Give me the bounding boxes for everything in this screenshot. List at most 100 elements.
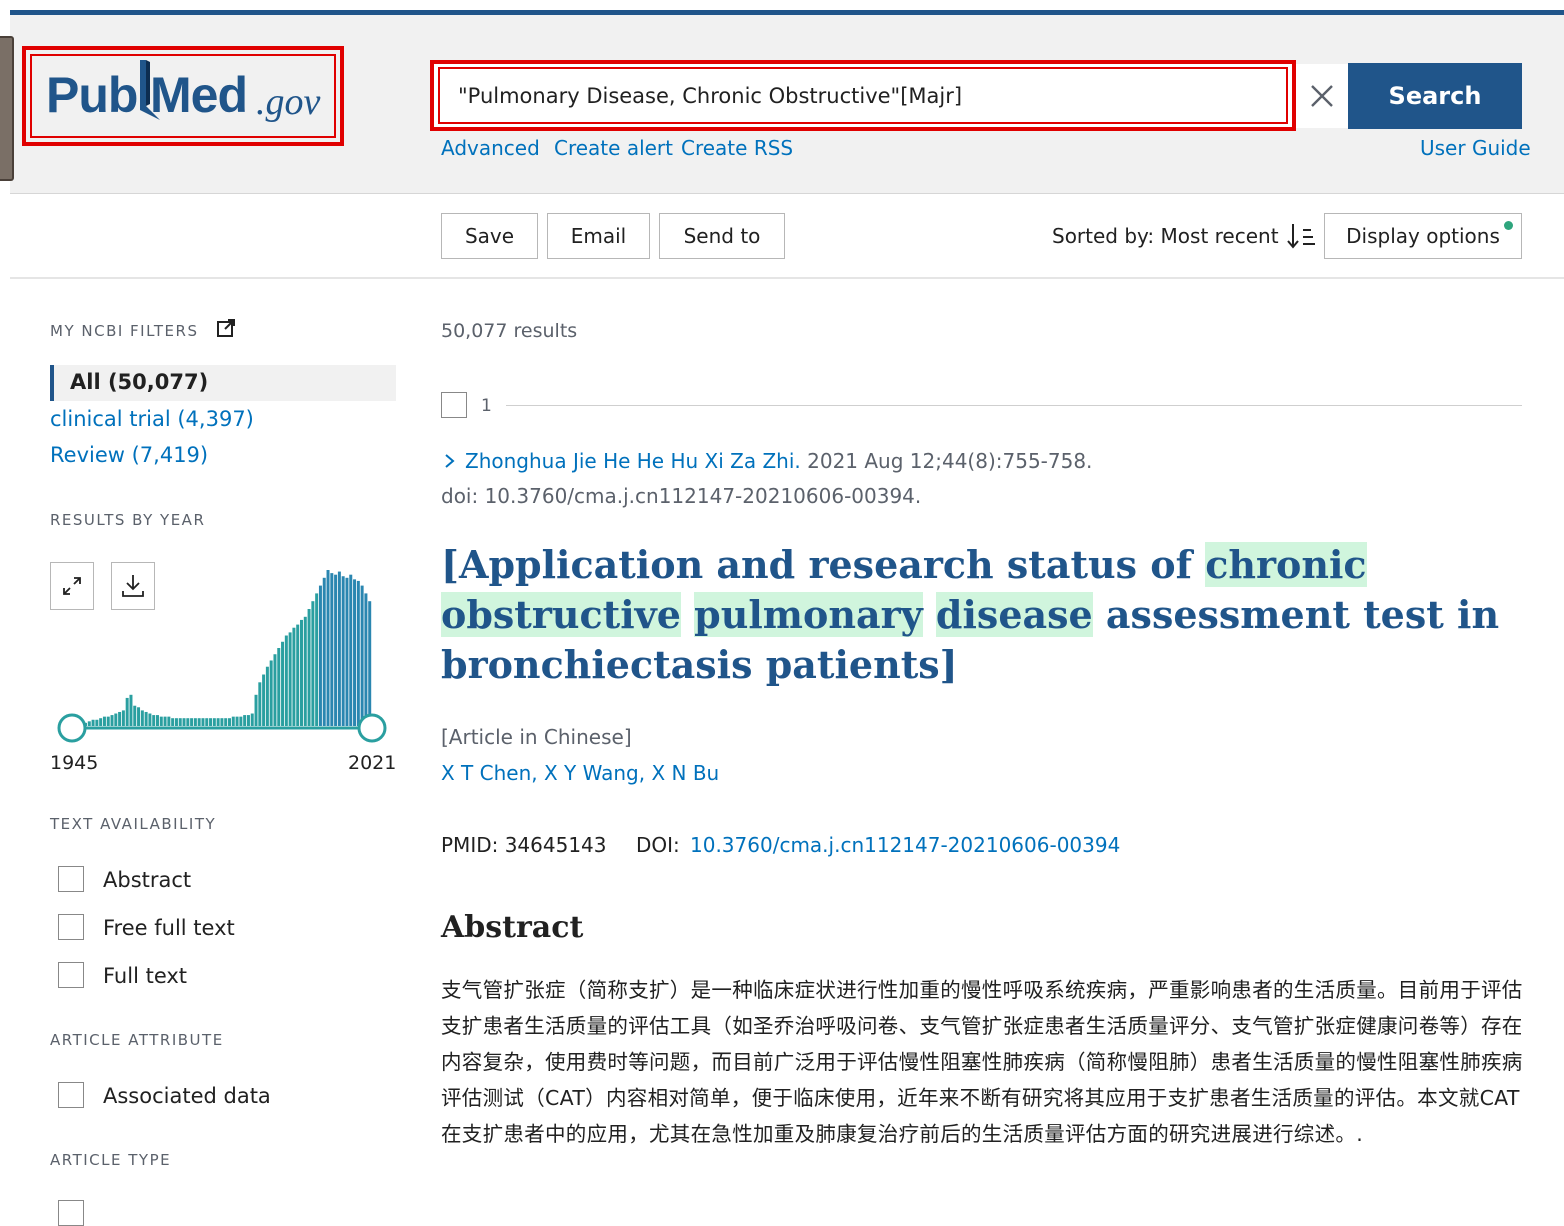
year-bar bbox=[315, 593, 319, 726]
my-ncbi-filters-heading: MY NCBI FILTERS bbox=[50, 322, 199, 340]
year-bar bbox=[231, 716, 235, 726]
doi-label: DOI: bbox=[636, 833, 687, 857]
year-bar bbox=[159, 716, 163, 726]
year-bar bbox=[292, 627, 296, 726]
search-input[interactable] bbox=[444, 72, 1282, 120]
email-button[interactable]: Email bbox=[547, 213, 650, 259]
create-alert-link[interactable]: Create alert bbox=[554, 136, 673, 160]
year-bar bbox=[243, 715, 247, 726]
year-bar bbox=[137, 707, 141, 726]
year-bar bbox=[129, 694, 133, 726]
result-index: 1 bbox=[481, 396, 492, 416]
citation-date: 2021 Aug 12;44(8):755-758. bbox=[800, 449, 1093, 473]
associated-data-option-label[interactable]: Associated data bbox=[103, 1084, 271, 1108]
save-button[interactable]: Save bbox=[441, 213, 538, 259]
article-language: [Article in Chinese] bbox=[441, 725, 632, 749]
journal-link[interactable]: Zhonghua Jie He He Hu Xi Za Zhi. bbox=[465, 449, 801, 473]
abstract-checkbox[interactable] bbox=[58, 866, 84, 892]
window-edge bbox=[0, 36, 14, 181]
year-bar bbox=[296, 624, 300, 726]
year-bar bbox=[277, 648, 281, 726]
display-options-label: Display options bbox=[1346, 224, 1500, 248]
year-bar bbox=[140, 710, 144, 726]
logo-med-text[interactable]: Med bbox=[150, 66, 248, 124]
associated-data-checkbox[interactable] bbox=[58, 1082, 84, 1108]
year-bar bbox=[288, 632, 292, 726]
year-bar bbox=[220, 718, 224, 726]
year-bar bbox=[216, 718, 220, 726]
year-bar bbox=[334, 574, 338, 726]
abstract-option-label[interactable]: Abstract bbox=[103, 868, 191, 892]
doi-link[interactable]: 10.3760/cma.j.cn112147-20210606-00394 bbox=[690, 833, 1120, 857]
year-bar bbox=[110, 715, 114, 726]
year-bar bbox=[114, 713, 118, 726]
create-rss-link[interactable]: Create RSS bbox=[681, 136, 793, 160]
year-bar bbox=[201, 718, 205, 726]
title-highlight-disease: disease bbox=[935, 592, 1093, 637]
filter-all[interactable]: All (50,077) bbox=[70, 370, 208, 394]
results-by-year-chart[interactable] bbox=[50, 560, 396, 750]
year-bar bbox=[322, 577, 326, 726]
year-bar bbox=[303, 616, 307, 726]
year-slider-start-handle[interactable] bbox=[57, 713, 87, 743]
year-bar bbox=[360, 585, 364, 726]
year-bar bbox=[368, 601, 372, 726]
year-bar bbox=[330, 573, 334, 726]
article-type-heading: ARTICLE TYPE bbox=[50, 1151, 172, 1169]
year-bar bbox=[209, 718, 213, 726]
year-slider-end-handle[interactable] bbox=[357, 713, 387, 743]
filter-clinical-trial[interactable]: clinical trial (4,397) bbox=[50, 407, 254, 431]
search-button[interactable]: Search bbox=[1348, 63, 1522, 129]
year-bar bbox=[102, 716, 106, 726]
full-text-checkbox[interactable] bbox=[58, 962, 84, 988]
abstract-text: 支气管扩张症（简称支扩）是一种临床症状进行性加重的慢性呼吸系统疾病，严重影响患者… bbox=[441, 978, 1523, 1146]
year-bar bbox=[250, 713, 254, 726]
result-select-checkbox[interactable] bbox=[441, 392, 467, 418]
clear-search-button[interactable] bbox=[1296, 64, 1348, 128]
article-attribute-heading: ARTICLE ATTRIBUTE bbox=[50, 1031, 224, 1049]
authors-list[interactable]: X T Chen, X Y Wang, X N Bu bbox=[441, 761, 719, 785]
year-bar bbox=[152, 715, 156, 726]
close-icon bbox=[1311, 85, 1333, 107]
year-bar bbox=[186, 718, 190, 726]
year-bar bbox=[125, 697, 129, 726]
year-bar bbox=[265, 666, 269, 726]
user-guide-link[interactable]: User Guide bbox=[1420, 136, 1531, 160]
year-bar bbox=[212, 718, 216, 726]
logo-gov-text: .gov bbox=[256, 81, 321, 123]
full-text-option-label[interactable]: Full text bbox=[103, 964, 187, 988]
year-bar bbox=[144, 711, 148, 726]
year-bar bbox=[284, 635, 288, 726]
chevron-right-icon[interactable] bbox=[441, 451, 459, 471]
year-bar bbox=[190, 718, 194, 726]
year-bar bbox=[178, 718, 182, 726]
options-indicator-dot bbox=[1504, 221, 1513, 230]
article-type-checkbox[interactable] bbox=[58, 1200, 84, 1226]
abstract-heading: Abstract bbox=[441, 910, 584, 945]
year-bar bbox=[182, 718, 186, 726]
year-bar bbox=[121, 710, 125, 726]
pmid-label: PMID: 34645143 bbox=[441, 833, 607, 857]
free-full-text-option-label[interactable]: Free full text bbox=[103, 916, 235, 940]
external-link-icon[interactable] bbox=[216, 318, 236, 338]
free-full-text-checkbox[interactable] bbox=[58, 914, 84, 940]
sort-control[interactable]: Sorted by: Most recent bbox=[1052, 222, 1319, 250]
year-bar bbox=[353, 579, 357, 726]
result-divider bbox=[506, 405, 1522, 406]
year-bar bbox=[99, 718, 103, 726]
advanced-link[interactable]: Advanced bbox=[441, 136, 540, 160]
year-bar bbox=[171, 718, 175, 726]
year-bar bbox=[281, 641, 285, 726]
title-highlight-pulmonary: pulmonary bbox=[694, 592, 923, 637]
year-bar bbox=[269, 660, 273, 726]
logo-pub-text[interactable]: Pub bbox=[46, 66, 138, 124]
year-bar bbox=[273, 654, 277, 726]
year-bar bbox=[258, 682, 262, 726]
filter-review[interactable]: Review (7,419) bbox=[50, 443, 208, 467]
year-bar bbox=[307, 609, 311, 726]
title-text-start: [Application and research status of bbox=[441, 542, 1206, 587]
year-bar bbox=[345, 577, 349, 726]
display-options-button[interactable]: Display options bbox=[1324, 213, 1522, 259]
send-to-button[interactable]: Send to bbox=[659, 213, 785, 259]
year-end-label: 2021 bbox=[348, 752, 397, 774]
